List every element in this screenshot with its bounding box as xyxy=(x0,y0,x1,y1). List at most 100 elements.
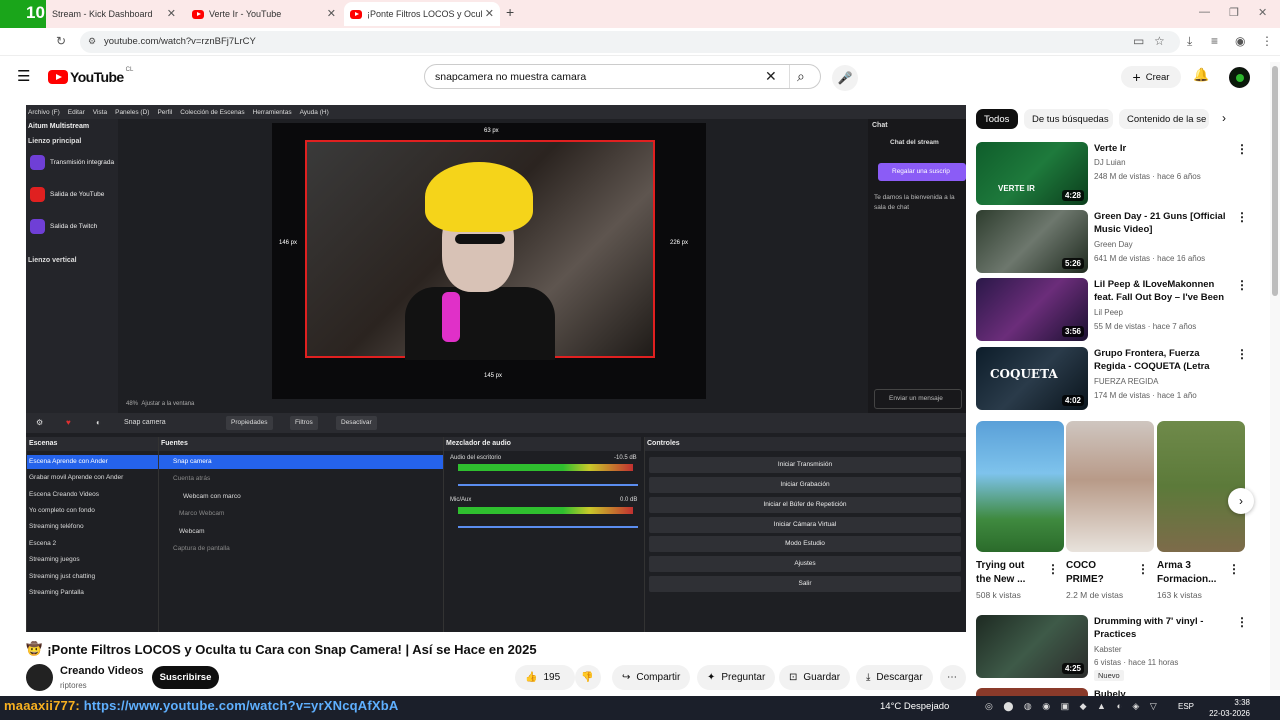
filters-button[interactable]: Filtros xyxy=(290,416,318,430)
source-item[interactable]: Captura de pantalla xyxy=(159,542,443,556)
maximize-icon[interactable]: ❐ xyxy=(1229,6,1239,19)
scene-item[interactable]: Escena Creando Videos xyxy=(27,488,158,502)
channel-name[interactable]: Creando Videos xyxy=(60,665,144,677)
video-thumbnail[interactable]: VERTE IR 4:28 xyxy=(976,142,1088,205)
save-button[interactable]: ⊡ Guardar xyxy=(779,665,851,690)
like-button[interactable]: 👍 195 xyxy=(515,665,575,690)
voice-search-icon[interactable]: 🎤 xyxy=(832,65,858,91)
video-thumbnail[interactable]: COQUETA 4:02 xyxy=(976,347,1088,410)
exit-button[interactable]: Salir xyxy=(649,576,961,592)
tab-verte-ir[interactable]: Verte Ir - YouTube ✕ xyxy=(186,2,342,26)
recommendation-item[interactable]: COQUETA 4:02 Grupo Frontera, Fuerza Regi… xyxy=(976,347,1248,411)
new-tab-button[interactable]: + xyxy=(506,4,514,20)
start-recording-button[interactable]: Iniciar Grabación xyxy=(649,477,961,493)
search-icon[interactable]: ⌕ xyxy=(797,68,805,85)
close-tab-icon[interactable]: ✕ xyxy=(327,7,336,20)
address-bar[interactable]: ⚙ youtube.com/watch?v=rznBFj7LrCY xyxy=(80,31,1180,53)
scene-item[interactable]: Escena 2 xyxy=(27,537,158,551)
video-thumbnail[interactable]: 3:56 xyxy=(976,278,1088,341)
properties-button[interactable]: Propiedades xyxy=(226,416,273,430)
more-options-icon[interactable]: ⋮ xyxy=(1137,562,1149,576)
close-window-icon[interactable]: ✕ xyxy=(1258,6,1267,19)
source-item[interactable]: Marco Webcam xyxy=(159,507,443,521)
recommendation-item[interactable]: 5:26 Green Day - 21 Guns [Official Music… xyxy=(976,210,1248,274)
reload-icon[interactable]: ↻ xyxy=(56,34,66,48)
more-options-icon[interactable]: ⋮ xyxy=(1228,562,1240,576)
scrollbar-thumb[interactable] xyxy=(1272,66,1278,296)
browser-menu-icon[interactable]: ⋮ xyxy=(1261,34,1273,48)
filter-icon[interactable]: ♥ xyxy=(66,418,71,427)
share-button[interactable]: ↪ Compartir xyxy=(612,665,691,690)
short-thumbnail[interactable] xyxy=(1066,421,1154,552)
scene-item[interactable]: Streaming just chatting xyxy=(27,570,158,584)
scene-item[interactable]: Yo completo con fondo xyxy=(27,504,158,518)
more-actions-button[interactable]: ⋯ xyxy=(940,665,966,690)
mic-volume-slider[interactable] xyxy=(458,526,638,528)
page-scrollbar[interactable] xyxy=(1270,62,1280,690)
scene-item[interactable]: Escena Aprende con Ander xyxy=(27,455,158,469)
create-button[interactable]: + Crear xyxy=(1121,66,1181,88)
scene-item[interactable]: Streaming teléfono xyxy=(27,520,158,534)
source-item[interactable]: Snap camera xyxy=(159,455,443,469)
more-options-icon[interactable]: ⋮ xyxy=(1047,562,1059,576)
more-options-icon[interactable]: ⋮ xyxy=(1236,142,1248,156)
settings-gear-icon[interactable]: ⚙ xyxy=(36,418,43,427)
download-icon[interactable]: ⤓ xyxy=(1187,34,1192,49)
desktop-volume-slider[interactable] xyxy=(458,484,638,486)
short-thumbnail[interactable] xyxy=(976,421,1064,552)
settings-button[interactable]: Ajustes xyxy=(649,556,961,572)
more-options-icon[interactable]: ⋮ xyxy=(1236,278,1248,292)
scene-item[interactable]: Streaming Pantalla xyxy=(27,586,158,600)
close-tab-icon[interactable]: ✕ xyxy=(167,7,176,20)
download-button[interactable]: ⤓ Descargar xyxy=(856,665,933,690)
weather-widget[interactable]: 14°C Despejado xyxy=(880,701,949,712)
chip-from-searches[interactable]: De tus búsquedas xyxy=(1024,109,1113,129)
video-thumbnail[interactable]: 5:26 xyxy=(976,210,1088,273)
scene-item[interactable]: Streaming juegos xyxy=(27,553,158,567)
more-options-icon[interactable]: ⋮ xyxy=(1236,615,1248,629)
language-indicator[interactable]: ESP xyxy=(1178,702,1194,711)
clock[interactable]: 3:38 22-03-2026 xyxy=(1200,697,1250,719)
subscribe-button[interactable]: Suscribirse xyxy=(152,666,219,689)
more-options-icon[interactable]: ⋮ xyxy=(1236,347,1248,361)
video-thumbnail[interactable]: 4:25 xyxy=(976,615,1088,678)
chip-all[interactable]: Todos xyxy=(976,109,1018,129)
system-tray-icons[interactable]: ◎ ⬤ ◍ ◉ ▣ ◆ ▲ ◐ ◈ ▽ xyxy=(985,701,1161,712)
ask-button[interactable]: ✦ Preguntar xyxy=(697,665,776,690)
video-player[interactable]: Archivo (F) Editar Vista Paneles (D) Per… xyxy=(26,105,966,632)
source-item[interactable]: Webcam con marco xyxy=(159,490,443,504)
deactivate-button[interactable]: Desactivar xyxy=(336,416,377,430)
chat-input[interactable]: Enviar un mensaje xyxy=(874,389,962,409)
recommendation-item[interactable]: 4:25 Drumming with 7' vinyl - Practices … xyxy=(976,615,1248,681)
cast-icon[interactable]: ▭ xyxy=(1133,34,1144,48)
search-input[interactable]: snapcamera no muestra camara ✕ ⌕ xyxy=(424,64,821,89)
profile-icon[interactable]: ◉ xyxy=(1235,34,1245,48)
virtual-camera-button[interactable]: Iniciar Cámara Virtual xyxy=(649,517,961,533)
recommendation-item[interactable]: VERTE IR 4:28 Verte Ir DJ Luian 248 M de… xyxy=(976,142,1248,206)
hide-icon[interactable]: ◐ xyxy=(96,418,101,427)
start-stream-button[interactable]: Iniciar Transmisión xyxy=(649,457,961,473)
fit-window-label[interactable]: Ajustar a la ventana xyxy=(141,401,194,407)
more-options-icon[interactable]: ⋮ xyxy=(1236,210,1248,224)
youtube-logo[interactable]: YouTube CL xyxy=(48,67,133,85)
minimize-icon[interactable]: — xyxy=(1199,6,1210,18)
replay-buffer-button[interactable]: Iniciar el Búfer de Repetición xyxy=(649,497,961,513)
video-thumbnail[interactable] xyxy=(976,688,1088,696)
source-item[interactable]: Webcam xyxy=(159,525,443,539)
tab-kick-dashboard[interactable]: Stream - Kick Dashboard ✕ xyxy=(46,2,182,26)
studio-mode-button[interactable]: Modo Estudio xyxy=(649,536,961,552)
scene-item[interactable]: Grabar movil Aprende con Ander xyxy=(27,471,158,485)
notifications-bell-icon[interactable]: 🔔 xyxy=(1193,67,1209,83)
reading-list-icon[interactable]: ≡ xyxy=(1211,34,1218,48)
recommendation-item[interactable]: 3:56 Lil Peep & ILoveMakonnen feat. Fall… xyxy=(976,278,1248,342)
channel-avatar[interactable] xyxy=(26,664,53,691)
shorts-next-icon[interactable]: › xyxy=(1228,488,1254,514)
clear-search-icon[interactable]: ✕ xyxy=(765,68,777,85)
tab-current-video[interactable]: ¡Ponte Filtros LOCOS y Ocul ✕ xyxy=(344,2,500,26)
hamburger-menu-icon[interactable]: ☰ xyxy=(17,67,30,85)
bookmark-star-icon[interactable]: ☆ xyxy=(1154,34,1165,48)
dislike-button[interactable]: 👎 xyxy=(575,665,601,690)
source-item[interactable]: Cuenta atrás xyxy=(159,472,443,486)
close-tab-icon[interactable]: ✕ xyxy=(485,7,494,20)
site-info-icon[interactable]: ⚙ xyxy=(88,36,96,47)
